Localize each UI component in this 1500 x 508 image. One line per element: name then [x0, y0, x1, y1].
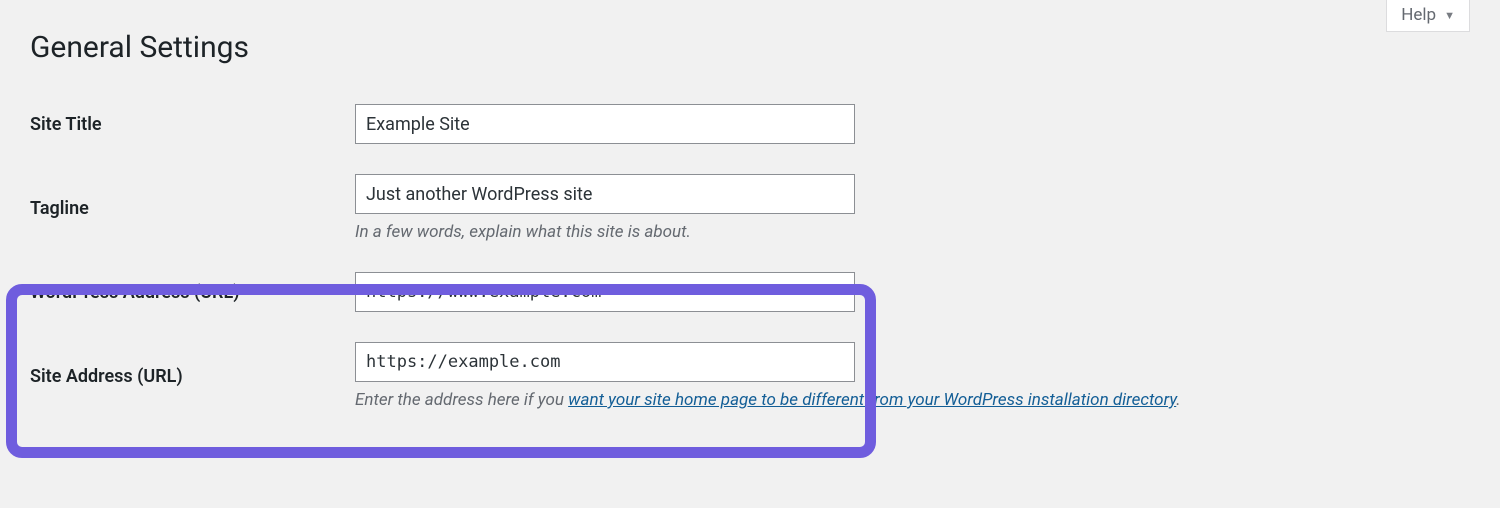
site-url-label: Site Address (URL) [0, 327, 345, 425]
site-url-description: Enter the address here if you want your … [355, 390, 1490, 410]
wordpress-url-label: WordPress Address (URL) [0, 257, 345, 327]
tagline-input[interactable] [355, 174, 855, 214]
page-title: General Settings [0, 0, 1500, 89]
site-url-input[interactable] [355, 342, 855, 382]
help-label: Help [1401, 5, 1436, 25]
settings-form: Site Title Tagline In a few words, expla… [0, 89, 1500, 425]
chevron-down-icon: ▼ [1444, 9, 1455, 22]
site-url-help-link[interactable]: want your site home page to be different… [568, 390, 1176, 410]
site-title-label: Site Title [0, 89, 345, 159]
wordpress-url-input[interactable] [355, 272, 855, 312]
tagline-description: In a few words, explain what this site i… [355, 222, 1490, 242]
tagline-label: Tagline [0, 159, 345, 257]
help-button[interactable]: Help ▼ [1386, 0, 1470, 32]
site-title-input[interactable] [355, 104, 855, 144]
